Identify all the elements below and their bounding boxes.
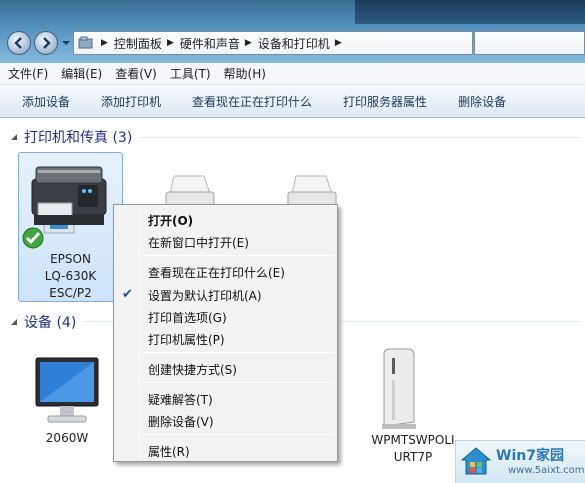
forward-arrow-icon <box>43 37 51 49</box>
menu-item-set-default-printer[interactable]: 设置为默认打印机(A) <box>148 287 262 304</box>
see-whats-printing-button[interactable]: 查看现在正在打印什么 <box>192 93 312 110</box>
menu-edit[interactable]: 编辑(E) <box>61 65 102 82</box>
breadcrumb-hardware-sound[interactable]: 硬件和声音 <box>180 35 240 52</box>
house-logo-icon <box>460 447 492 475</box>
window-glass-area <box>355 0 585 24</box>
device-label: 2060W <box>45 431 89 445</box>
group-divider <box>140 137 580 138</box>
breadcrumb-separator-icon[interactable]: ▶ <box>335 38 342 48</box>
menu-tools[interactable]: 工具(T) <box>170 65 211 82</box>
back-button[interactable] <box>7 31 31 55</box>
printer-name-line1: EPSON <box>50 252 91 266</box>
recent-pages-dropdown-icon[interactable] <box>61 37 71 49</box>
breadcrumb-separator-icon[interactable]: ▶ <box>245 38 252 48</box>
group-divider <box>340 321 580 322</box>
group-divider <box>84 321 114 322</box>
command-toolbar: 添加设备 添加打印机 查看现在正在打印什么 打印服务器属性 删除设备 <box>0 85 585 118</box>
printer-name-line3: ESC/P2 <box>49 286 92 300</box>
device-computer[interactable]: WPMTSWPOLI URT7P <box>358 346 468 464</box>
menu-gutter <box>139 207 140 459</box>
devices-group-title: 设备 (4) <box>24 315 77 331</box>
address-bar[interactable]: ▶ 控制面板 ▶ 硬件和声音 ▶ 设备和打印机 ▶ <box>73 31 473 55</box>
breadcrumb-control-panel[interactable]: 控制面板 <box>114 35 162 52</box>
add-printer-button[interactable]: 添加打印机 <box>101 93 161 110</box>
devices-content-pane: 打印机和传真 (3) EPSON LQ-630K ESC/P2 设备 (4) 2… <box>0 118 585 483</box>
window-titlebar: ▶ 控制面板 ▶ 硬件和声音 ▶ 设备和打印机 ▶ <box>0 0 585 63</box>
breadcrumb-separator-icon[interactable]: ▶ <box>167 38 174 48</box>
menu-separator <box>142 352 334 353</box>
printer-epson[interactable]: EPSON LQ-630K ESC/P2 <box>18 152 123 302</box>
menu-help[interactable]: 帮助(H) <box>224 65 266 82</box>
device-label-line1: WPMTSWPOLI <box>371 433 455 447</box>
checkmark-icon: ✔ <box>122 287 133 302</box>
menu-item-create-shortcut[interactable]: 创建快捷方式(S) <box>148 361 237 378</box>
menu-item-printing-preferences[interactable]: 打印首选项(G) <box>148 309 227 326</box>
forward-button[interactable] <box>34 31 58 55</box>
add-device-button[interactable]: 添加设备 <box>22 93 70 110</box>
menu-item-open[interactable]: 打开(O) <box>148 212 193 229</box>
menu-separator <box>142 255 334 256</box>
printer-name-line2: LQ-630K <box>44 269 97 283</box>
breadcrumb-devices-printers[interactable]: 设备和打印机 <box>258 35 330 52</box>
menu-item-properties[interactable]: 属性(R) <box>148 443 190 460</box>
menu-item-troubleshoot[interactable]: 疑难解答(T) <box>148 391 213 408</box>
menu-item-printer-properties[interactable]: 打印机属性(P) <box>148 331 225 348</box>
collapse-triangle-icon[interactable] <box>10 133 18 141</box>
watermark-title: Win7家园 <box>496 448 564 464</box>
collapse-triangle-icon[interactable] <box>10 318 18 326</box>
menu-item-see-whats-printing[interactable]: 查看现在正在打印什么(E) <box>148 264 285 281</box>
watermark-url: www.5aixt.com <box>508 465 585 476</box>
menu-view[interactable]: 查看(V) <box>115 65 157 82</box>
menu-bar: 文件(F) 编辑(E) 查看(V) 工具(T) 帮助(H) <box>0 63 585 85</box>
menu-separator <box>142 434 334 435</box>
monitor-icon <box>35 357 99 423</box>
remove-device-button[interactable]: 删除设备 <box>458 93 506 110</box>
device-monitor[interactable]: 2060W <box>22 350 112 450</box>
control-panel-icon <box>78 36 93 49</box>
devices-group-header[interactable]: 设备 (4) <box>10 312 76 332</box>
context-menu: 打开(O) 在新窗口中打开(E) 查看现在正在打印什么(E) ✔ 设置为默认打印… <box>113 204 338 462</box>
menu-file[interactable]: 文件(F) <box>8 65 48 82</box>
back-arrow-icon <box>14 37 22 49</box>
menu-item-open-new-window[interactable]: 在新窗口中打开(E) <box>148 234 249 251</box>
default-printer-check-icon <box>22 227 44 249</box>
printers-group-title: 打印机和传真 (3) <box>24 130 133 146</box>
printers-group-header[interactable]: 打印机和传真 (3) <box>10 127 132 147</box>
print-server-properties-button[interactable]: 打印服务器属性 <box>343 93 427 110</box>
computer-tower-icon <box>382 348 416 429</box>
search-box[interactable] <box>474 31 585 55</box>
watermark: Win7家园 www.5aixt.com <box>455 440 585 483</box>
menu-separator <box>142 382 334 383</box>
breadcrumb-separator-icon: ▶ <box>101 38 108 48</box>
menu-item-remove-device[interactable]: 删除设备(V) <box>148 413 214 430</box>
device-label-line2: URT7P <box>393 450 433 464</box>
